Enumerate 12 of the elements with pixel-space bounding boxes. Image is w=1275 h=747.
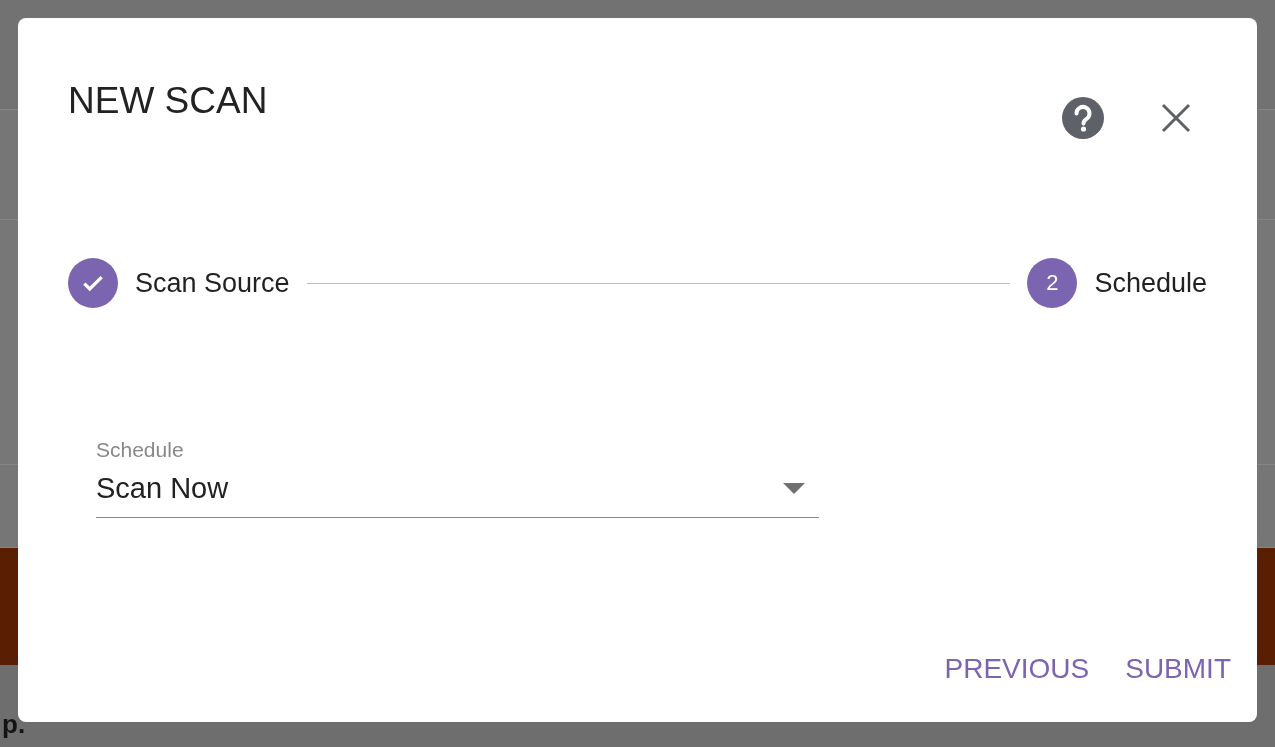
schedule-dropdown[interactable]: Schedule Scan Now <box>96 438 819 518</box>
close-icon[interactable] <box>1161 103 1191 133</box>
date-text: p. <box>2 709 26 739</box>
previous-button[interactable]: PREVIOUS <box>932 649 1102 689</box>
step-label[interactable]: Scan Source <box>135 267 290 299</box>
step-label[interactable]: Schedule <box>1094 267 1207 299</box>
dialog-title: NEW SCAN <box>68 80 268 122</box>
submit-button[interactable]: SUBMIT <box>1113 649 1243 689</box>
caret-icon <box>783 483 805 494</box>
help-icon[interactable] <box>1061 96 1105 140</box>
step-number: 2 <box>1027 258 1078 308</box>
field-label: Schedule <box>96 438 185 462</box>
